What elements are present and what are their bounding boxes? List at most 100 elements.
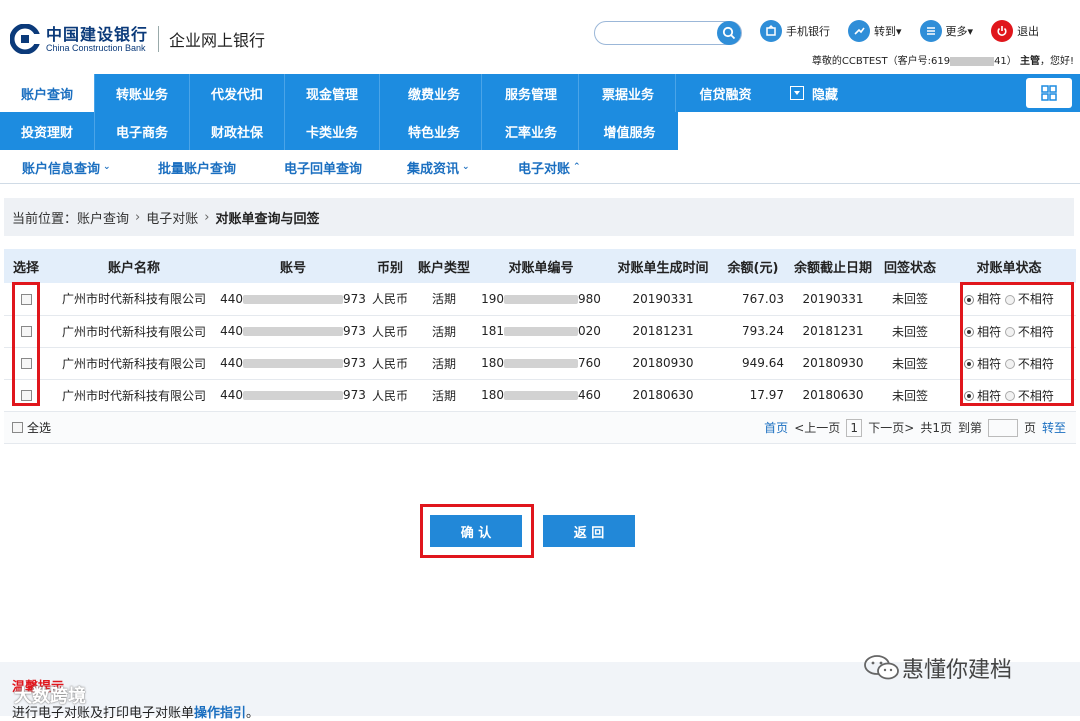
subnav-batch-query[interactable]: 批量账户查询 <box>158 150 236 184</box>
nav-cash-management[interactable]: 现金管理 <box>285 74 380 112</box>
power-icon <box>991 20 1014 42</box>
statement-status-cell: 相符 不相符 <box>942 347 1076 379</box>
app-grid-button[interactable] <box>1026 78 1072 108</box>
nav-special[interactable]: 特色业务 <box>387 112 482 150</box>
nav-row2-filler <box>678 112 1080 150</box>
col-balance: 余额(元) <box>727 260 779 276</box>
subnav-e-receipt[interactable]: 电子回单查询 <box>284 150 362 184</box>
statement-table: 选择 账户名称 账号 币别 账户类型 对账单编号 对账单生成时间 余额(元) 余… <box>4 249 1076 412</box>
more-menu[interactable]: 更多▾ <box>919 20 973 42</box>
nav-cards[interactable]: 卡类业务 <box>285 112 380 150</box>
bank-logo[interactable]: 中国建设银行 China Construction Bank 企业网上银行 <box>10 24 265 54</box>
match-radio[interactable] <box>964 359 975 369</box>
next-page-link[interactable]: 下一页> <box>868 419 914 436</box>
select-all[interactable]: 全选 <box>12 419 51 436</box>
nav-bills[interactable]: 票据业务 <box>581 74 676 112</box>
account-name-cell: 广州市时代新科技有限公司 <box>61 356 206 371</box>
hide-label: 隐藏 <box>812 87 839 103</box>
match-radio[interactable] <box>964 294 975 305</box>
confirm-button[interactable]: 确 认 <box>430 515 522 547</box>
gen-time-cell: 20181231 <box>632 324 694 338</box>
row-checkbox[interactable] <box>20 326 32 337</box>
nav-account-query[interactable]: 账户查询 <box>0 74 95 112</box>
search-input[interactable] <box>594 21 742 45</box>
masked-account-no <box>243 359 343 368</box>
nav-fiscal-social[interactable]: 财政社保 <box>190 112 285 150</box>
match-radio[interactable] <box>964 327 975 337</box>
first-page-link[interactable]: 首页 <box>764 419 788 436</box>
col-statement-no: 对账单编号 <box>508 260 574 276</box>
nav-service-management[interactable]: 服务管理 <box>484 74 579 112</box>
table-row: 广州市时代新科技有限公司 440 973 人民币 活期 190 980 20190331 767… <box>4 283 1076 315</box>
nomatch-radio[interactable] <box>1004 327 1015 337</box>
row-checkbox[interactable] <box>20 358 32 369</box>
account-name-cell: 广州市时代新科技有限公司 <box>61 324 206 339</box>
chevron-down-icon: ⌄ <box>103 162 111 172</box>
welcome-text: 尊敬的CCBTEST（客户号:619 41） 主管，您好! <box>812 52 1074 67</box>
balance-cell: 767.03 <box>742 291 784 306</box>
nav-transfer[interactable]: 转账业务 <box>95 74 190 112</box>
nav-bill-payment[interactable]: 缴费业务 <box>387 74 482 112</box>
nomatch-radio[interactable] <box>1004 359 1015 369</box>
currency-cell: 人民币 <box>371 388 408 403</box>
mobile-bank-label: 手机银行 <box>786 25 830 38</box>
sign-status-cell: 未回签 <box>891 324 928 339</box>
currency-cell: 人民币 <box>371 356 408 371</box>
nav-investment[interactable]: 投资理财 <box>0 112 95 150</box>
nav-credit[interactable]: 信贷融资 <box>678 74 773 112</box>
subnav-account-info[interactable]: 账户信息查询 ⌄ <box>22 150 111 184</box>
col-sign-status: 回签状态 <box>883 260 936 276</box>
match-radio[interactable] <box>964 391 975 401</box>
goto-menu[interactable]: 转到▾ <box>848 20 902 42</box>
nomatch-radio[interactable] <box>1004 391 1015 401</box>
breadcrumb-item[interactable]: 电子对账 <box>146 208 198 227</box>
back-button[interactable]: 返 回 <box>543 515 635 547</box>
logout-link[interactable]: 退出 <box>991 20 1039 42</box>
gen-time-cell: 20180630 <box>632 388 694 402</box>
subnav-label: 电子对账 <box>518 161 571 177</box>
nav-agency-payment[interactable]: 代发代扣 <box>190 74 285 112</box>
sub-nav: 账户信息查询 ⌄ 批量账户查询 电子回单查询 集成资讯 ⌄ 电子对账 ⌃ <box>0 150 1080 184</box>
goto-prefix: 到第 <box>957 421 982 435</box>
account-no-cell: 440 973 <box>220 347 366 379</box>
goto-page-input[interactable] <box>987 418 1018 437</box>
match-label: 相符 <box>977 292 1002 307</box>
account-no-prefix: 440 <box>220 388 243 402</box>
goto-page-button[interactable]: 转至 <box>1042 419 1066 436</box>
account-no-prefix: 440 <box>220 324 243 338</box>
account-no-suffix: 973 <box>343 356 366 370</box>
nav-exchange[interactable]: 汇率业务 <box>484 112 579 150</box>
col-currency: 币别 <box>376 260 403 276</box>
col-statement-status: 对账单状态 <box>976 260 1042 276</box>
account-no-cell: 440 973 <box>220 283 366 315</box>
mobile-bank-link[interactable]: 手机银行 <box>760 20 830 42</box>
prev-page-link[interactable]: <上一页 <box>794 419 840 436</box>
subnav-e-reconciliation[interactable]: 电子对账 ⌃ <box>518 150 581 184</box>
subnav-integrated-info[interactable]: 集成资讯 ⌄ <box>407 150 470 184</box>
cutoff-date-cell: 20190331 <box>802 291 864 306</box>
masked-statement-no <box>504 359 578 368</box>
account-type-cell: 活期 <box>431 356 456 371</box>
welcome-suffix: 41） <box>994 56 1017 67</box>
statement-no-suffix: 980 <box>578 291 601 306</box>
statement-no-prefix: 180 <box>481 388 504 402</box>
guide-link[interactable]: 操作指引 <box>194 706 246 721</box>
breadcrumb-item[interactable]: 账户查询 <box>77 208 129 227</box>
main-nav-row1: 账户查询 转账业务 代发代扣 现金管理 缴费业务 服务管理 票据业务 信贷融资 … <box>0 74 1080 112</box>
goto-icon <box>848 20 870 42</box>
sign-status-cell: 未回签 <box>891 356 928 371</box>
hide-nav-button[interactable]: 隐藏 <box>790 74 838 112</box>
goto-suffix: 页 <box>1023 421 1036 435</box>
search-icon[interactable] <box>717 21 741 45</box>
nomatch-radio[interactable] <box>1004 294 1015 305</box>
row-checkbox[interactable] <box>20 390 32 401</box>
user-role: 主管 <box>1019 56 1040 67</box>
nav-value-added[interactable]: 增值服务 <box>581 112 678 150</box>
bank-name-en: China Construction Bank <box>46 42 146 53</box>
nav-ecommerce[interactable]: 电子商务 <box>95 112 190 150</box>
col-gen-time: 对账单生成时间 <box>617 260 709 276</box>
select-all-checkbox[interactable] <box>12 422 23 433</box>
row-checkbox[interactable] <box>20 293 32 305</box>
current-page: 1 <box>846 418 863 437</box>
statement-no-suffix: 760 <box>578 356 601 370</box>
